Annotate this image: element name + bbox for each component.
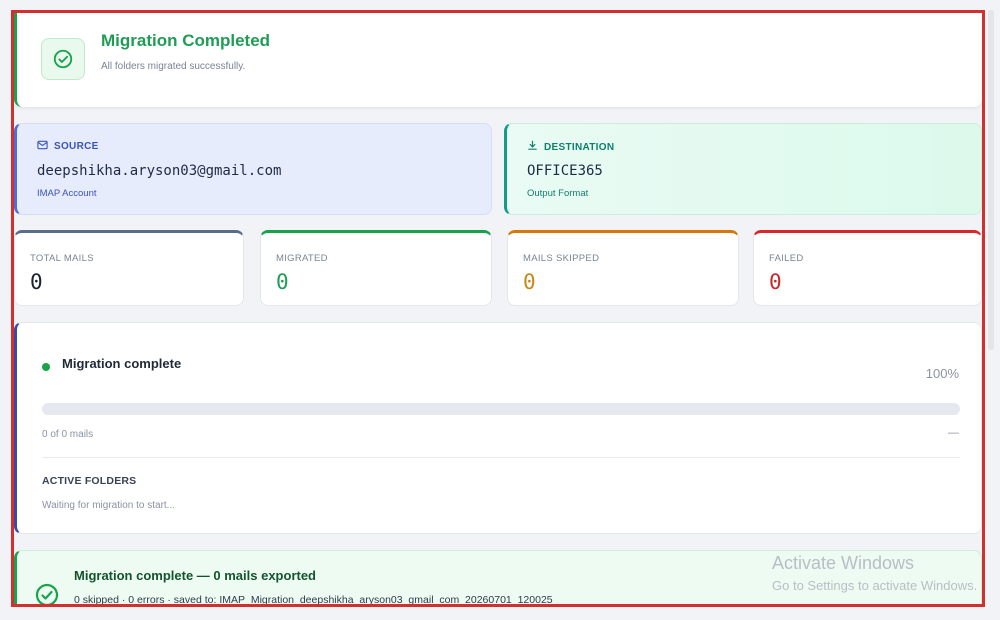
progress-percent: 100% — [925, 366, 959, 381]
destination-format: OFFICE365 — [527, 163, 603, 179]
stat-label: FAILED — [769, 253, 804, 264]
destination-card: DESTINATION OFFICE365 Output Format — [504, 123, 982, 215]
progress-panel: Migration complete 100% 0 of 0 mails — A… — [14, 322, 982, 534]
stat-value: 0 — [523, 270, 536, 294]
stat-failed: FAILED 0 — [753, 230, 982, 306]
stat-label: MAILS SKIPPED — [523, 253, 600, 264]
divider — [42, 457, 960, 458]
check-circle-icon — [35, 583, 59, 604]
active-folders-status: Waiting for migration to start... — [42, 500, 176, 511]
destination-type: Output Format — [527, 188, 589, 199]
stat-label: TOTAL MAILS — [30, 253, 94, 264]
completion-banner: Migration complete — 0 mails exported 0 … — [14, 550, 982, 606]
source-label: SOURCE — [54, 141, 99, 152]
progress-eta: — — [948, 427, 959, 439]
active-folders-heading: ACTIVE FOLDERS — [42, 475, 137, 487]
migration-panel: Migration Completed All folders migrated… — [11, 10, 985, 607]
destination-label-row: DESTINATION — [527, 140, 614, 154]
scrollbar[interactable] — [988, 10, 994, 350]
source-type: IMAP Account — [37, 188, 97, 199]
stat-total-mails: TOTAL MAILS 0 — [14, 230, 244, 306]
stat-mails-skipped: MAILS SKIPPED 0 — [507, 230, 739, 306]
check-circle-icon — [41, 38, 85, 80]
stat-value: 0 — [276, 270, 289, 294]
stat-value: 0 — [30, 270, 43, 294]
completion-details: 0 skipped · 0 errors · saved to: IMAP_Mi… — [74, 594, 553, 606]
progress-status: Migration complete — [62, 356, 182, 371]
source-email: deepshikha.aryson03@gmail.com — [37, 163, 282, 179]
mail-icon — [37, 140, 48, 153]
stat-label: MIGRATED — [276, 253, 328, 264]
status-title: Migration Completed — [101, 31, 271, 50]
source-card: SOURCE deepshikha.aryson03@gmail.com IMA… — [14, 123, 492, 215]
progress-count: 0 of 0 mails — [42, 429, 94, 440]
stat-migrated: MIGRATED 0 — [260, 230, 492, 306]
stat-value: 0 — [769, 270, 782, 294]
status-header-card: Migration Completed All folders migrated… — [14, 13, 982, 107]
destination-label: DESTINATION — [544, 141, 615, 153]
progress-bar-fill — [42, 403, 960, 415]
status-subtitle: All folders migrated successfully. — [101, 61, 246, 72]
download-icon — [527, 140, 538, 154]
completion-title: Migration complete — 0 mails exported — [74, 568, 316, 583]
source-label-row: SOURCE — [37, 140, 99, 153]
status-dot-icon — [42, 363, 50, 371]
progress-bar — [42, 403, 960, 415]
